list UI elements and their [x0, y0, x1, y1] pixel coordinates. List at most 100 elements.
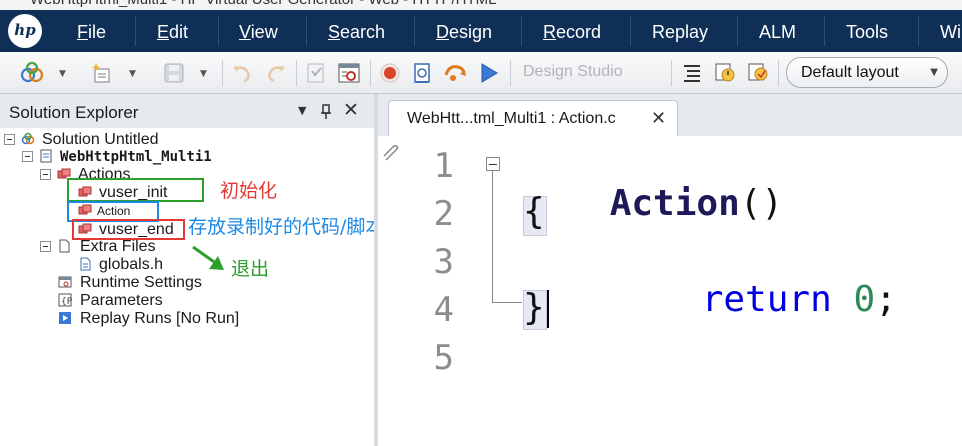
menu-divider	[306, 16, 307, 46]
collapse-toggle-icon[interactable]	[40, 241, 51, 252]
tree-item-runtime-settings[interactable]: Runtime Settings	[58, 274, 258, 292]
annotation-action: 存放录制好的代码/脚本	[188, 216, 385, 238]
tree-item-extra-files[interactable]: Extra Files	[40, 238, 200, 256]
toolbar-divider	[222, 60, 223, 86]
new-script-icon[interactable]	[20, 61, 44, 85]
menu-divider	[521, 16, 522, 46]
panel-menu-chevron-icon[interactable]: ▼	[298, 104, 306, 117]
menu-divider	[737, 16, 738, 46]
menu-file[interactable]: File	[77, 22, 106, 43]
compile-icon[interactable]	[304, 61, 328, 85]
solution-label: Solution Untitled	[42, 131, 159, 148]
tree-item-script[interactable]: WebHttpHtml_Multi1	[22, 148, 262, 166]
solution-icon	[21, 132, 35, 145]
stop-record-icon[interactable]	[410, 61, 434, 85]
menu-divider	[630, 16, 631, 46]
fold-guide-end	[492, 302, 522, 303]
menu-replay[interactable]: Replay	[652, 22, 708, 43]
runtime-settings-icon	[58, 276, 72, 288]
collapse-toggle-icon[interactable]	[4, 134, 15, 145]
menu-record[interactable]: Record	[543, 22, 601, 43]
code-line-3[interactable]: return 0;	[615, 240, 897, 360]
menu-alm-label: ALM	[759, 22, 797, 42]
close-icon[interactable]: ✕	[343, 99, 359, 121]
replay-runs-icon	[59, 312, 71, 324]
line-number: 2	[433, 194, 454, 234]
menu-divider	[218, 16, 219, 46]
fold-toggle-icon[interactable]	[486, 157, 500, 171]
chevron-down-icon[interactable]: ▼	[200, 69, 207, 79]
menu-divider	[135, 16, 136, 46]
collapse-toggle-icon[interactable]	[40, 169, 51, 180]
function-parens: ()	[739, 183, 784, 224]
regenerate-icon[interactable]	[443, 61, 467, 85]
menu-divider	[414, 16, 415, 46]
menu-search[interactable]: Search	[328, 22, 385, 43]
line-number: 1	[433, 146, 454, 186]
hp-logo-text: hp	[14, 21, 36, 39]
bookmark-icon[interactable]	[382, 144, 402, 164]
window-title: WebHttpHtml_Multi1 - HP Virtual User Gen…	[30, 0, 497, 8]
menu-window[interactable]: Wi	[940, 22, 961, 43]
line-number: 4	[433, 290, 454, 330]
toolbar-divider	[370, 60, 371, 86]
line-number: 3	[433, 242, 454, 282]
solution-explorer-header: Solution Explorer ▼ ✕	[0, 94, 374, 128]
parameters-icon: {P}	[58, 293, 72, 307]
toolbar-divider	[671, 60, 672, 86]
annotation-init: 初始化	[220, 180, 278, 202]
snapshot-icon[interactable]	[713, 61, 737, 85]
toolbar-divider	[510, 60, 511, 86]
runtime-settings-icon[interactable]	[337, 61, 361, 85]
tab-action-c[interactable]: WebHtt...tml_Multi1 : Action.c ✕	[388, 100, 678, 136]
replay-runs-label: Replay Runs [No Run]	[80, 310, 240, 327]
semicolon: ;	[875, 279, 897, 320]
toolbar-divider	[778, 60, 779, 86]
runtime-settings-label: Runtime Settings	[80, 274, 202, 291]
steps-list-icon[interactable]	[680, 61, 704, 85]
menu-file-accel: F	[77, 22, 88, 42]
chevron-down-icon[interactable]: ▼	[129, 69, 136, 79]
header-file-icon	[80, 257, 91, 271]
globals-label: globals.h	[99, 256, 164, 273]
save-icon[interactable]	[162, 61, 186, 85]
panel-title: Solution Explorer	[9, 103, 139, 122]
menu-tools[interactable]: Tools	[846, 22, 888, 43]
menu-view-accel: V	[239, 22, 251, 42]
undo-icon[interactable]	[230, 61, 254, 85]
compare-icon[interactable]	[746, 61, 770, 85]
new-item-icon[interactable]	[90, 61, 114, 85]
pin-icon[interactable]	[319, 104, 333, 120]
tree-item-parameters[interactable]: {P} Parameters	[58, 292, 218, 310]
highlight-box-init	[67, 178, 204, 202]
extra-files-label: Extra Files	[80, 238, 156, 255]
menu-view[interactable]: View	[239, 22, 278, 43]
menu-search-rest: earch	[340, 22, 386, 42]
script-icon	[40, 149, 52, 163]
menu-divider	[918, 16, 919, 46]
menu-bar: hp File Edit View Search Design Record R…	[0, 10, 962, 52]
svg-text:{P}: {P}	[61, 297, 72, 307]
close-icon[interactable]: ✕	[651, 108, 666, 129]
layout-select[interactable]: Default layout ▼	[786, 57, 948, 88]
line-number: 5	[433, 338, 454, 378]
menu-edit[interactable]: Edit	[157, 22, 188, 43]
design-studio-button[interactable]: Design Studio	[523, 63, 623, 81]
tree-item-replay-runs[interactable]: Replay Runs [No Run]	[58, 310, 278, 328]
chevron-down-icon[interactable]: ▼	[59, 69, 66, 79]
code-line-2[interactable]: {	[523, 192, 545, 232]
redo-icon[interactable]	[264, 61, 288, 85]
record-icon[interactable]	[378, 61, 402, 85]
extra-files-icon	[59, 239, 70, 253]
replay-icon[interactable]	[477, 61, 501, 85]
hp-logo: hp	[8, 14, 42, 48]
toolbar-divider	[296, 60, 297, 86]
menu-design[interactable]: Design	[436, 22, 492, 43]
menu-alm[interactable]: ALM	[759, 22, 796, 43]
collapse-toggle-icon[interactable]	[22, 151, 33, 162]
menu-file-rest: ile	[88, 22, 107, 42]
code-line-4[interactable]: }	[523, 288, 545, 328]
layout-select-value: Default layout	[801, 64, 899, 81]
tree-item-solution[interactable]: Solution Untitled	[4, 131, 204, 149]
menu-edit-rest: dit	[169, 22, 189, 42]
